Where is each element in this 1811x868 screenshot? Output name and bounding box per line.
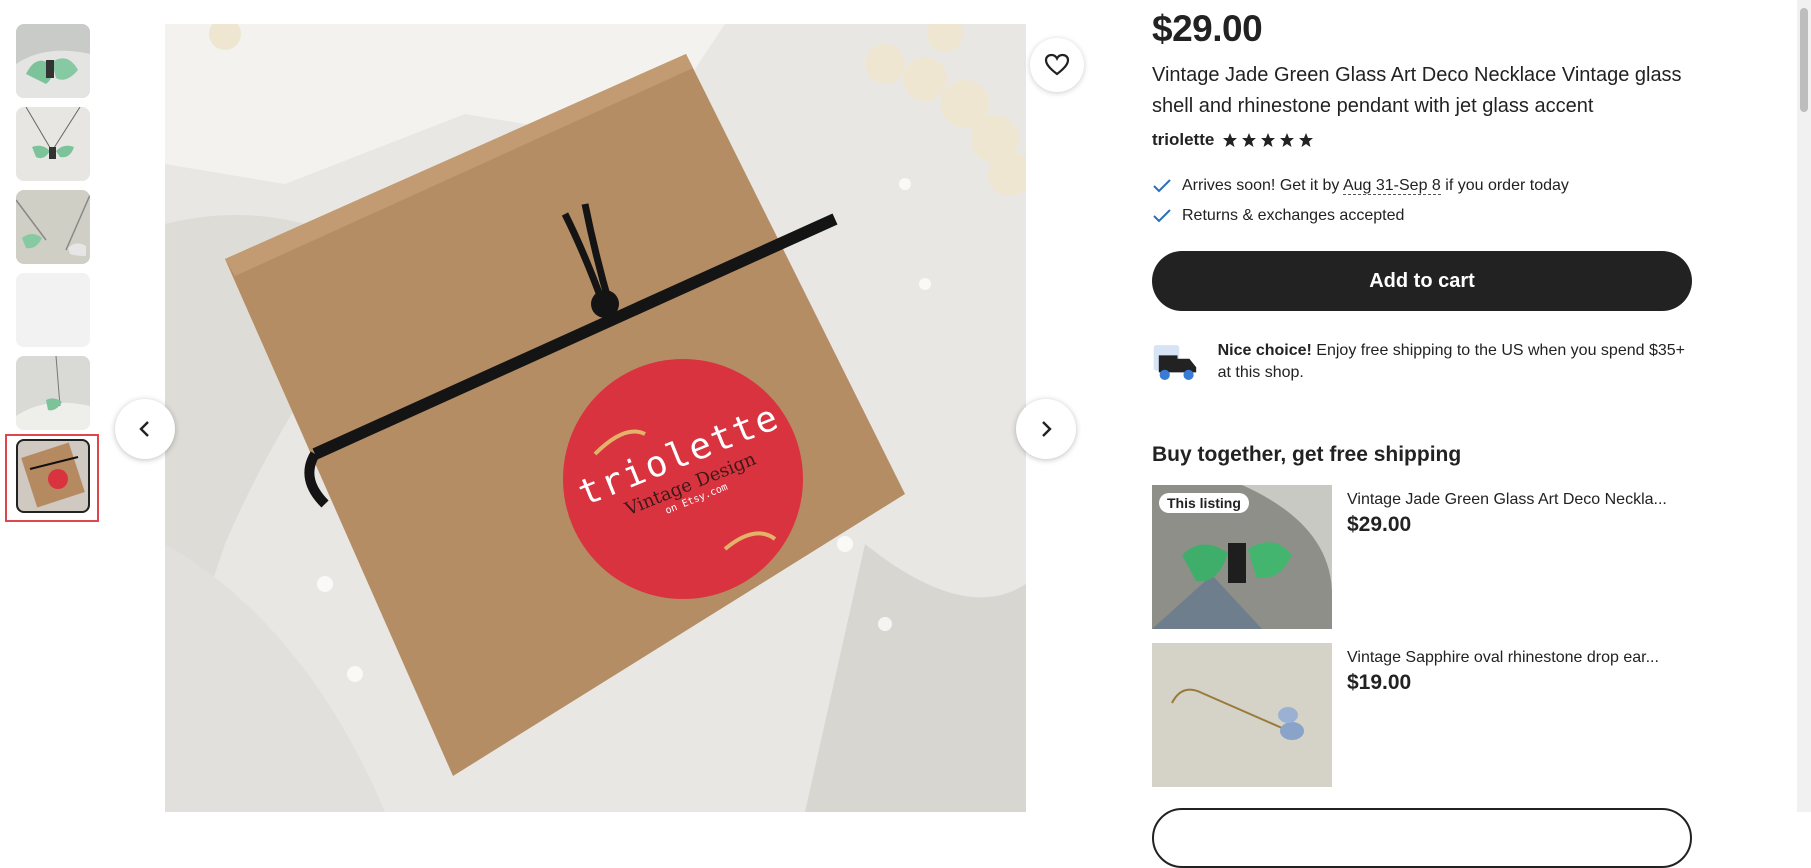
thumbnail-4-image: [16, 273, 90, 347]
shipping-bold-label: Nice choice!: [1217, 342, 1312, 359]
thumbnail-4[interactable]: [16, 273, 90, 347]
shop-name-link[interactable]: triolette: [1152, 130, 1214, 150]
chevron-left-icon: [139, 421, 149, 437]
checkmark-icon: [1153, 179, 1171, 193]
main-image-graphic: [165, 24, 1026, 812]
heart-icon: [1044, 53, 1070, 76]
returns-text: Returns & exchanges accepted: [1182, 207, 1405, 224]
delivery-info: Arrives soon! Get it by Aug 31-Sep 8 if …: [1152, 177, 1569, 195]
star-icon: [1280, 133, 1295, 147]
bundle-add-button[interactable]: [1152, 808, 1692, 868]
bundle-heading: Buy together, get free shipping: [1152, 443, 1462, 466]
bundle-item-2-photo: [1152, 643, 1332, 787]
thumbnail-3[interactable]: [16, 190, 90, 264]
truck-icon: [1153, 345, 1197, 380]
star-icon: [1261, 133, 1276, 147]
thumbnail-5-image: [16, 356, 90, 430]
bundle-item: This listing Vintage Jade Green Glass Ar…: [1152, 485, 1692, 629]
star-icon: [1242, 133, 1257, 147]
bundle-item-image[interactable]: This listing: [1152, 485, 1332, 629]
product-title: Vintage Jade Green Glass Art Deco Neckla…: [1152, 64, 1682, 117]
product-price: $29.00: [1152, 8, 1263, 49]
bundle-item-price: $29.00: [1347, 513, 1412, 536]
thumbnail-3-image: [16, 190, 90, 264]
free-shipping-notice: Nice choice! Enjoy free shipping to the …: [1152, 340, 1692, 386]
add-to-cart-button[interactable]: Add to cart: [1152, 251, 1692, 311]
star-icon: [1223, 133, 1238, 147]
scrollbar-thumb[interactable]: [1800, 8, 1808, 112]
shop-rating-row: triolette: [1152, 130, 1314, 150]
page-scrollbar[interactable]: [1797, 0, 1811, 812]
bundle-item-price: $19.00: [1347, 671, 1412, 694]
previous-image-button[interactable]: [115, 399, 175, 459]
this-listing-badge: This listing: [1159, 493, 1249, 513]
free-shipping-text: Nice choice! Enjoy free shipping to the …: [1217, 342, 1685, 381]
chevron-right-icon: [1042, 421, 1052, 437]
selected-thumbnail-highlight: [5, 434, 99, 522]
returns-info: Returns & exchanges accepted: [1152, 207, 1404, 225]
favorite-button[interactable]: [1030, 38, 1084, 92]
checkmark-icon: [1153, 209, 1171, 223]
thumbnail-1-image: [16, 24, 90, 98]
bundle-item-image[interactable]: [1152, 643, 1332, 787]
main-product-image[interactable]: triolette Vintage Design on Etsy.com: [165, 24, 1026, 812]
delivery-dates-link[interactable]: Aug 31-Sep 8: [1342, 177, 1441, 195]
star-rating[interactable]: [1222, 132, 1314, 148]
thumbnail-1[interactable]: [16, 24, 90, 98]
thumbnail-2-image: [16, 107, 90, 181]
bundle-item-title[interactable]: Vintage Jade Green Glass Art Deco Neckla…: [1347, 491, 1692, 509]
thumbnail-2[interactable]: [16, 107, 90, 181]
bundle-item: Vintage Sapphire oval rhinestone drop ea…: [1152, 643, 1692, 787]
next-image-button[interactable]: [1016, 399, 1076, 459]
star-icon: [1299, 133, 1314, 147]
delivery-text: Arrives soon! Get it by Aug 31-Sep 8 if …: [1182, 177, 1569, 195]
bundle-item-title[interactable]: Vintage Sapphire oval rhinestone drop ea…: [1347, 649, 1692, 667]
thumbnail-5[interactable]: [16, 356, 90, 430]
